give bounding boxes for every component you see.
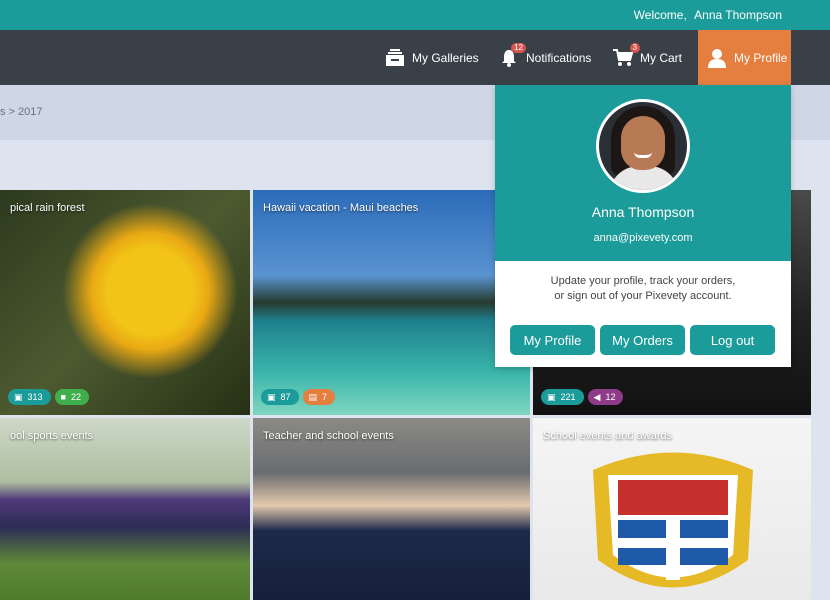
audio-count: ◀ 12 (587, 389, 624, 405)
document-count: ▤ 7 (302, 389, 336, 405)
image-icon: ▣ (14, 391, 23, 402)
photo-count-value: 313 (27, 392, 43, 402)
nav-my-galleries-label: My Galleries (412, 50, 479, 65)
video-count: ■ 22 (54, 389, 89, 405)
logout-button[interactable]: Log out (690, 325, 775, 355)
gallery-title: Hawaii vacation - Maui beaches (263, 202, 419, 214)
my-profile-button[interactable]: My Profile (510, 325, 595, 355)
breadcrumb: s > 2017 (0, 106, 43, 118)
main-nav: My Galleries 12 Notifications 3 My Cart … (0, 30, 830, 92)
document-count-value: 7 (322, 392, 328, 402)
user-icon (706, 47, 728, 69)
image-icon: ▣ (547, 391, 556, 402)
bell-icon: 12 (498, 42, 526, 69)
video-count-value: 22 (70, 392, 81, 402)
welcome-message: Welcome, Anna Thompson (634, 8, 782, 22)
gallery-title: School events and awards (543, 430, 673, 442)
speaker-icon: ◀ (593, 391, 601, 402)
nav-my-cart-label: My Cart (640, 50, 682, 65)
image-icon: ▣ (267, 391, 276, 402)
cart-icon: 3 (612, 42, 640, 69)
gallery-title: Teacher and school events (263, 430, 394, 442)
gallery-icon (384, 47, 406, 69)
gallery-tile[interactable]: Teacher and school events (253, 418, 530, 600)
photo-count: ▣ 313 (8, 389, 51, 405)
gallery-title: ool sports events (10, 430, 94, 442)
gallery-tile[interactable]: Hawaii vacation - Maui beaches ▣ 87 ▤ 7 (253, 190, 530, 415)
gallery-tile[interactable]: ool sports events (0, 418, 250, 600)
gallery-counts: ▣ 87 ▤ 7 (261, 389, 336, 405)
photo-count-value: 221 (560, 392, 576, 402)
profile-dropdown-header: Anna Thompson anna@pixevety.com (495, 85, 791, 261)
profile-dropdown: Anna Thompson anna@pixevety.com Update y… (495, 85, 791, 367)
notifications-count-badge: 12 (511, 42, 526, 53)
nav-notifications[interactable]: 12 Notifications (498, 30, 591, 85)
welcome-user-name: Anna Thompson (694, 8, 782, 22)
gallery-title: pical rain forest (10, 202, 85, 214)
profile-description-line-1: Update your profile, track your orders, (550, 275, 736, 287)
gallery-counts: ▣ 313 ■ 22 (8, 389, 89, 405)
photo-count: ▣ 87 (261, 389, 299, 405)
welcome-prefix: Welcome, (633, 8, 687, 22)
top-bar: Welcome, Anna Thompson (0, 0, 830, 30)
document-icon: ▤ (308, 391, 318, 402)
audio-count-value: 12 (605, 392, 616, 402)
my-orders-button[interactable]: My Orders (600, 325, 685, 355)
gallery-counts: ▣ 221 ◀ 12 (541, 389, 624, 405)
nav-my-galleries[interactable]: My Galleries (384, 30, 479, 85)
school-crest-image (593, 452, 753, 588)
nav-my-profile-label: My Profile (734, 50, 788, 65)
profile-description-line-2: or sign out of your Pixevety account. (554, 290, 732, 302)
nav-my-profile[interactable]: My Profile (698, 30, 791, 92)
photo-count: ▣ 221 (541, 389, 584, 405)
gallery-tile[interactable]: School events and awards (533, 418, 811, 600)
photo-count-value: 87 (280, 392, 291, 402)
nav-my-cart[interactable]: 3 My Cart (612, 30, 682, 85)
profile-description: Update your profile, track your orders, … (525, 274, 761, 304)
cart-count-badge: 3 (629, 42, 640, 53)
profile-email: anna@pixevety.com (593, 232, 693, 244)
nav-notifications-label: Notifications (526, 50, 592, 65)
gallery-tile[interactable]: pical rain forest ▣ 313 ■ 22 (0, 190, 250, 415)
profile-name: Anna Thompson (591, 204, 695, 220)
video-camera-icon: ■ (60, 392, 66, 402)
avatar (596, 99, 690, 193)
